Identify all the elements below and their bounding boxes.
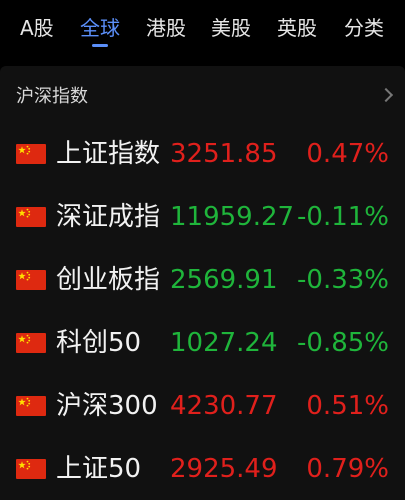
china-flag-icon	[16, 270, 46, 290]
index-price: 2925.49	[170, 454, 278, 484]
market-screen: A股 全球 港股 美股 英股 分类 沪深指数 上证指数 3251.85 0.47% 深…	[0, 0, 405, 500]
index-row[interactable]: 深证成指 11959.27 -0.11%	[0, 187, 405, 247]
china-flag-icon	[16, 459, 46, 479]
index-name: 上证指数	[56, 139, 161, 169]
index-row[interactable]: 上证50 2925.49 0.79%	[0, 439, 405, 499]
section-header[interactable]: 沪深指数	[0, 66, 405, 126]
china-flag-icon	[16, 396, 46, 416]
index-price: 3251.85	[170, 139, 278, 169]
active-tab-indicator	[92, 44, 108, 47]
china-flag-icon	[16, 333, 46, 353]
chevron-right-icon	[378, 87, 394, 103]
china-flag-icon	[16, 144, 46, 164]
tab-hk-shares[interactable]: 港股	[146, 14, 186, 42]
index-name: 深证成指	[56, 202, 161, 232]
index-change-percent: 0.47%	[306, 139, 389, 169]
index-change-percent: -0.85%	[297, 328, 389, 358]
index-price: 11959.27	[170, 202, 295, 232]
section-title: 沪深指数	[16, 86, 88, 107]
index-change-percent: -0.11%	[297, 202, 389, 232]
index-panel: 沪深指数 上证指数 3251.85 0.47% 深证成指 11959.27 -0.11% 创…	[0, 66, 405, 500]
tab-uk-shares[interactable]: 英股	[277, 14, 317, 42]
index-name: 科创50	[56, 328, 142, 358]
index-row[interactable]: 沪深300 4230.77 0.51%	[0, 376, 405, 436]
tab-categories[interactable]: 分类	[344, 14, 384, 42]
tab-a-shares[interactable]: A股	[20, 14, 54, 42]
index-row[interactable]: 上证指数 3251.85 0.47%	[0, 124, 405, 184]
index-name: 上证50	[56, 454, 142, 484]
index-price: 1027.24	[170, 328, 278, 358]
tab-us-shares[interactable]: 美股	[211, 14, 251, 42]
index-change-percent: 0.79%	[306, 454, 389, 484]
index-price: 4230.77	[170, 391, 278, 421]
index-change-percent: 0.51%	[306, 391, 389, 421]
tab-global[interactable]: 全球	[80, 14, 120, 42]
index-row[interactable]: 创业板指 2569.91 -0.33%	[0, 250, 405, 310]
index-row[interactable]: 科创50 1027.24 -0.85%	[0, 313, 405, 373]
market-tabs: A股 全球 港股 美股 英股 分类	[0, 0, 405, 58]
index-name: 创业板指	[56, 265, 161, 295]
index-name: 沪深300	[56, 391, 158, 421]
index-price: 2569.91	[170, 265, 278, 295]
china-flag-icon	[16, 207, 46, 227]
index-change-percent: -0.33%	[297, 265, 389, 295]
